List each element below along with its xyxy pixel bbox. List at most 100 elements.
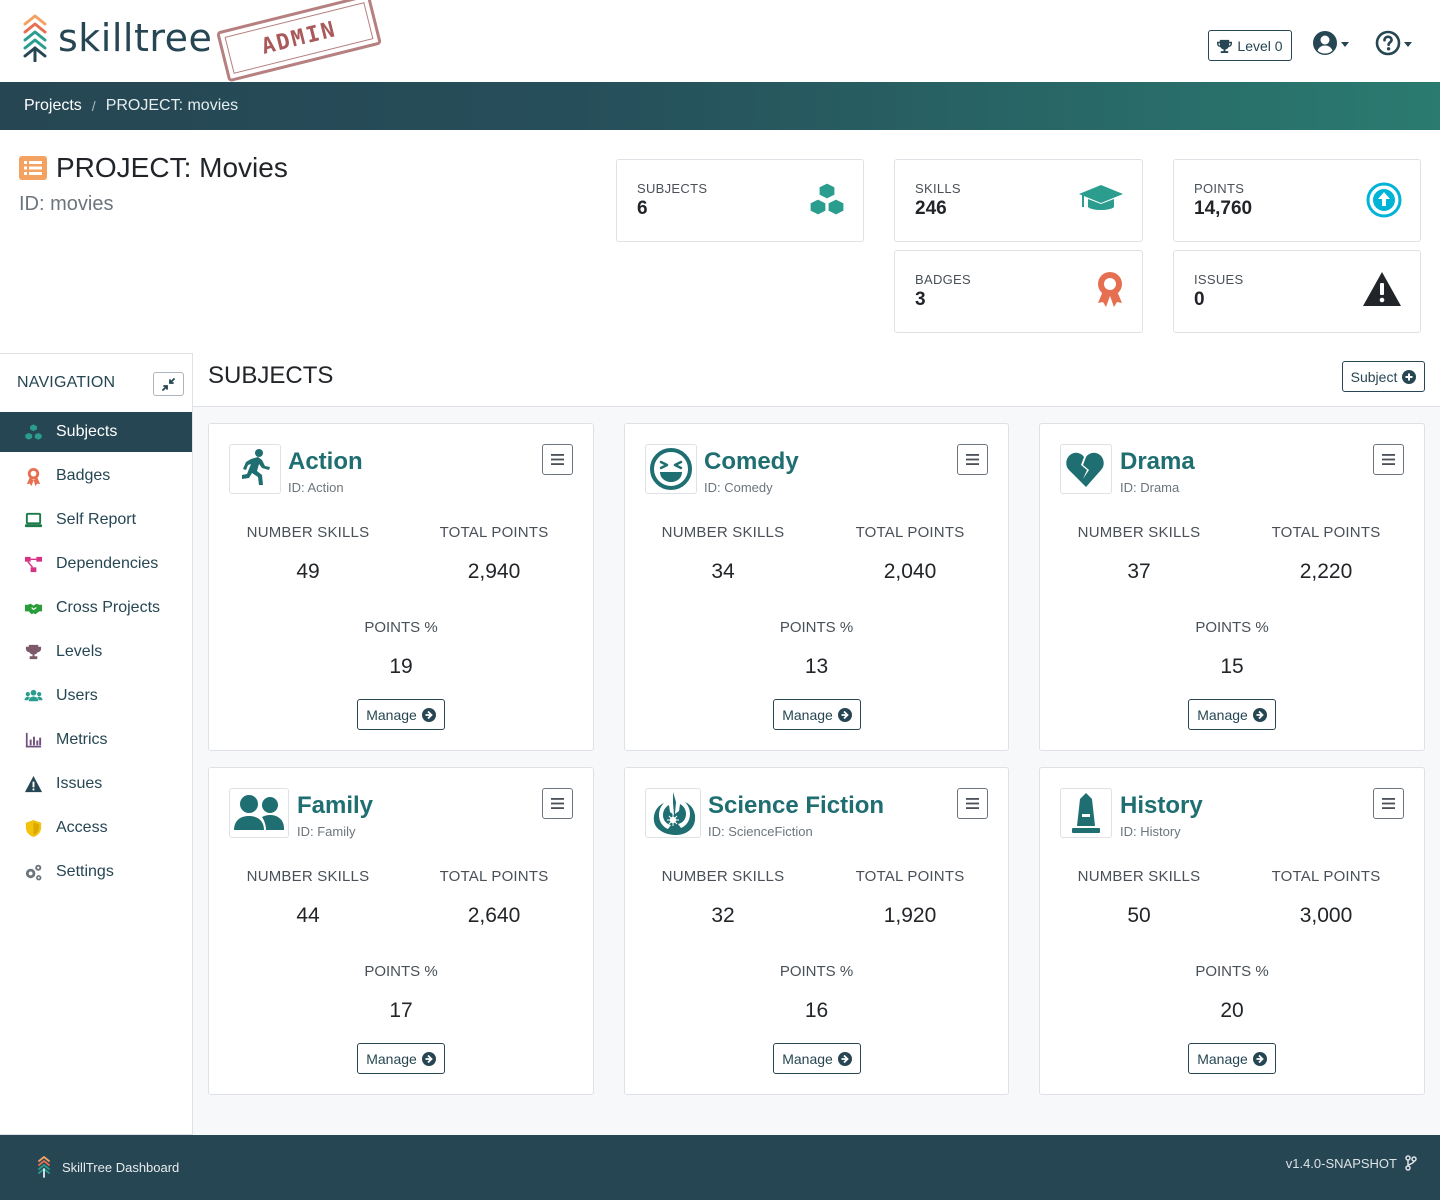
list-alt-icon — [19, 156, 47, 180]
points-pct-value: 15 — [1220, 655, 1244, 678]
subject-icon-box — [1060, 788, 1112, 838]
number-skills-label: NUMBER SKILLS — [246, 868, 370, 885]
cubes-icon — [24, 423, 43, 441]
level-button[interactable]: Level 0 — [1208, 30, 1292, 61]
points-pct-value: 17 — [389, 999, 413, 1022]
cogs-icon — [25, 864, 42, 880]
subject-name[interactable]: History — [1120, 792, 1203, 820]
footer: SkillTree Dashboard v1.4.0-SNAPSHOT — [0, 1135, 1440, 1200]
manage-button[interactable]: Manage — [773, 699, 861, 730]
number-skills-value: 44 — [296, 904, 320, 927]
points-pct-value: 16 — [804, 999, 829, 1022]
arrow-circle-right-icon — [421, 1051, 436, 1066]
subject-menu-button[interactable] — [542, 444, 573, 475]
number-skills-label: NUMBER SKILLS — [661, 524, 785, 541]
total-points-value: 2,940 — [467, 560, 521, 583]
stat-value: 3 — [915, 289, 926, 310]
handshake-icon — [24, 603, 43, 614]
number-skills-value: 37 — [1127, 560, 1151, 583]
manage-button[interactable]: Manage — [1188, 1043, 1276, 1074]
subject-id: ID: History — [1120, 824, 1181, 839]
sidebar-item-self-report[interactable]: Self Report — [0, 500, 192, 540]
points-pct-label: POINTS % — [1195, 619, 1269, 636]
hamburger-icon — [551, 454, 564, 465]
points-pct-value: 20 — [1220, 999, 1244, 1022]
sidebar-item-label: Metrics — [56, 731, 108, 748]
subjects-header: SUBJECTS Subject — [193, 353, 1440, 407]
sidebar-item-levels[interactable]: Levels — [0, 632, 192, 672]
subject-menu-button[interactable] — [957, 444, 988, 475]
cubes-icon — [809, 182, 845, 216]
manage-button[interactable]: Manage — [1188, 699, 1276, 730]
sidebar-item-metrics[interactable]: Metrics — [0, 720, 192, 760]
sidebar-item-dependencies[interactable]: Dependencies — [0, 544, 192, 584]
sidebar-item-cross-projects[interactable]: Cross Projects — [0, 588, 192, 628]
subject-name[interactable]: Drama — [1120, 448, 1195, 476]
sidebar-item-users[interactable]: Users — [0, 676, 192, 716]
stat-label: POINTS — [1194, 181, 1245, 196]
subject-name[interactable]: Comedy — [704, 448, 799, 476]
sidebar-item-settings[interactable]: Settings — [0, 852, 192, 892]
points-pct-label: POINTS % — [779, 619, 854, 636]
arrow-circle-up-icon — [1366, 182, 1402, 218]
help-menu[interactable] — [1375, 30, 1412, 56]
add-subject-button[interactable]: Subject — [1342, 361, 1425, 392]
compress-icon — [162, 377, 175, 391]
subject-id: ID: Drama — [1120, 480, 1180, 495]
top-header: skilltree ADMIN Level 0 — [0, 0, 1440, 83]
total-points-value: 2,040 — [883, 560, 937, 583]
sidebar-item-label: Subjects — [56, 423, 118, 440]
subject-name[interactable]: Action — [288, 448, 363, 476]
sidebar-item-label: Settings — [56, 863, 114, 880]
nav-collapse-button[interactable] — [153, 372, 184, 396]
subject-card-drama: Drama ID: Drama NUMBER SKILLS TOTAL POIN… — [1039, 423, 1425, 751]
number-skills-value: 34 — [711, 560, 735, 583]
plus-circle-icon — [1402, 369, 1417, 384]
user-menu[interactable] — [1312, 30, 1349, 56]
tree-logo-icon — [38, 1156, 50, 1178]
manage-label: Manage — [366, 706, 417, 723]
skilltree-logo[interactable]: skilltree — [22, 14, 212, 62]
sidebar-item-label: Dependencies — [56, 555, 159, 572]
jedi-order-icon — [653, 792, 696, 835]
hamburger-icon — [966, 454, 979, 465]
manage-button[interactable]: Manage — [357, 699, 445, 730]
hamburger-icon — [966, 798, 979, 809]
number-skills-label: NUMBER SKILLS — [1077, 868, 1201, 885]
version-text: v1.4.0-SNAPSHOT — [1285, 1155, 1397, 1171]
subject-menu-button[interactable] — [542, 788, 573, 819]
total-points-label: TOTAL POINTS — [1271, 868, 1381, 885]
total-points-label: TOTAL POINTS — [855, 868, 965, 885]
sidebar-item-label: Issues — [56, 775, 103, 792]
sidebar-item-issues[interactable]: Issues — [0, 764, 192, 804]
sidebar-item-badges[interactable]: Badges — [0, 456, 192, 496]
stat-value: 14,760 — [1194, 198, 1253, 219]
shield-icon — [25, 819, 42, 837]
subject-menu-button[interactable] — [957, 788, 988, 819]
manage-button[interactable]: Manage — [357, 1043, 445, 1074]
total-points-label: TOTAL POINTS — [439, 868, 549, 885]
total-points-value: 1,920 — [883, 904, 937, 927]
arrow-circle-right-icon — [1252, 707, 1267, 722]
project-diagram-icon — [24, 556, 43, 572]
points-pct-value: 13 — [804, 655, 829, 678]
stat-card-skills: SKILLS 246 — [894, 159, 1143, 242]
breadcrumb-projects-link[interactable]: Projects — [24, 97, 82, 115]
trophy-icon — [25, 644, 42, 659]
subject-name[interactable]: Science Fiction — [708, 792, 884, 820]
total-points-label: TOTAL POINTS — [855, 524, 965, 541]
stat-value: 246 — [915, 198, 947, 219]
subject-name[interactable]: Family — [297, 792, 373, 820]
arrow-circle-right-icon — [421, 707, 436, 722]
points-pct-label: POINTS % — [1195, 963, 1269, 980]
sidebar-item-subjects[interactable]: Subjects — [0, 412, 192, 452]
subject-icon-box — [1060, 444, 1112, 494]
subject-menu-button[interactable] — [1373, 788, 1404, 819]
subject-menu-button[interactable] — [1373, 444, 1404, 475]
stat-label: SUBJECTS — [637, 181, 708, 196]
award-icon — [1098, 272, 1122, 307]
footer-brand: SkillTree Dashboard — [38, 1156, 179, 1178]
sidebar-item-access[interactable]: Access — [0, 808, 192, 848]
manage-label: Manage — [782, 706, 833, 723]
manage-button[interactable]: Manage — [773, 1043, 861, 1074]
